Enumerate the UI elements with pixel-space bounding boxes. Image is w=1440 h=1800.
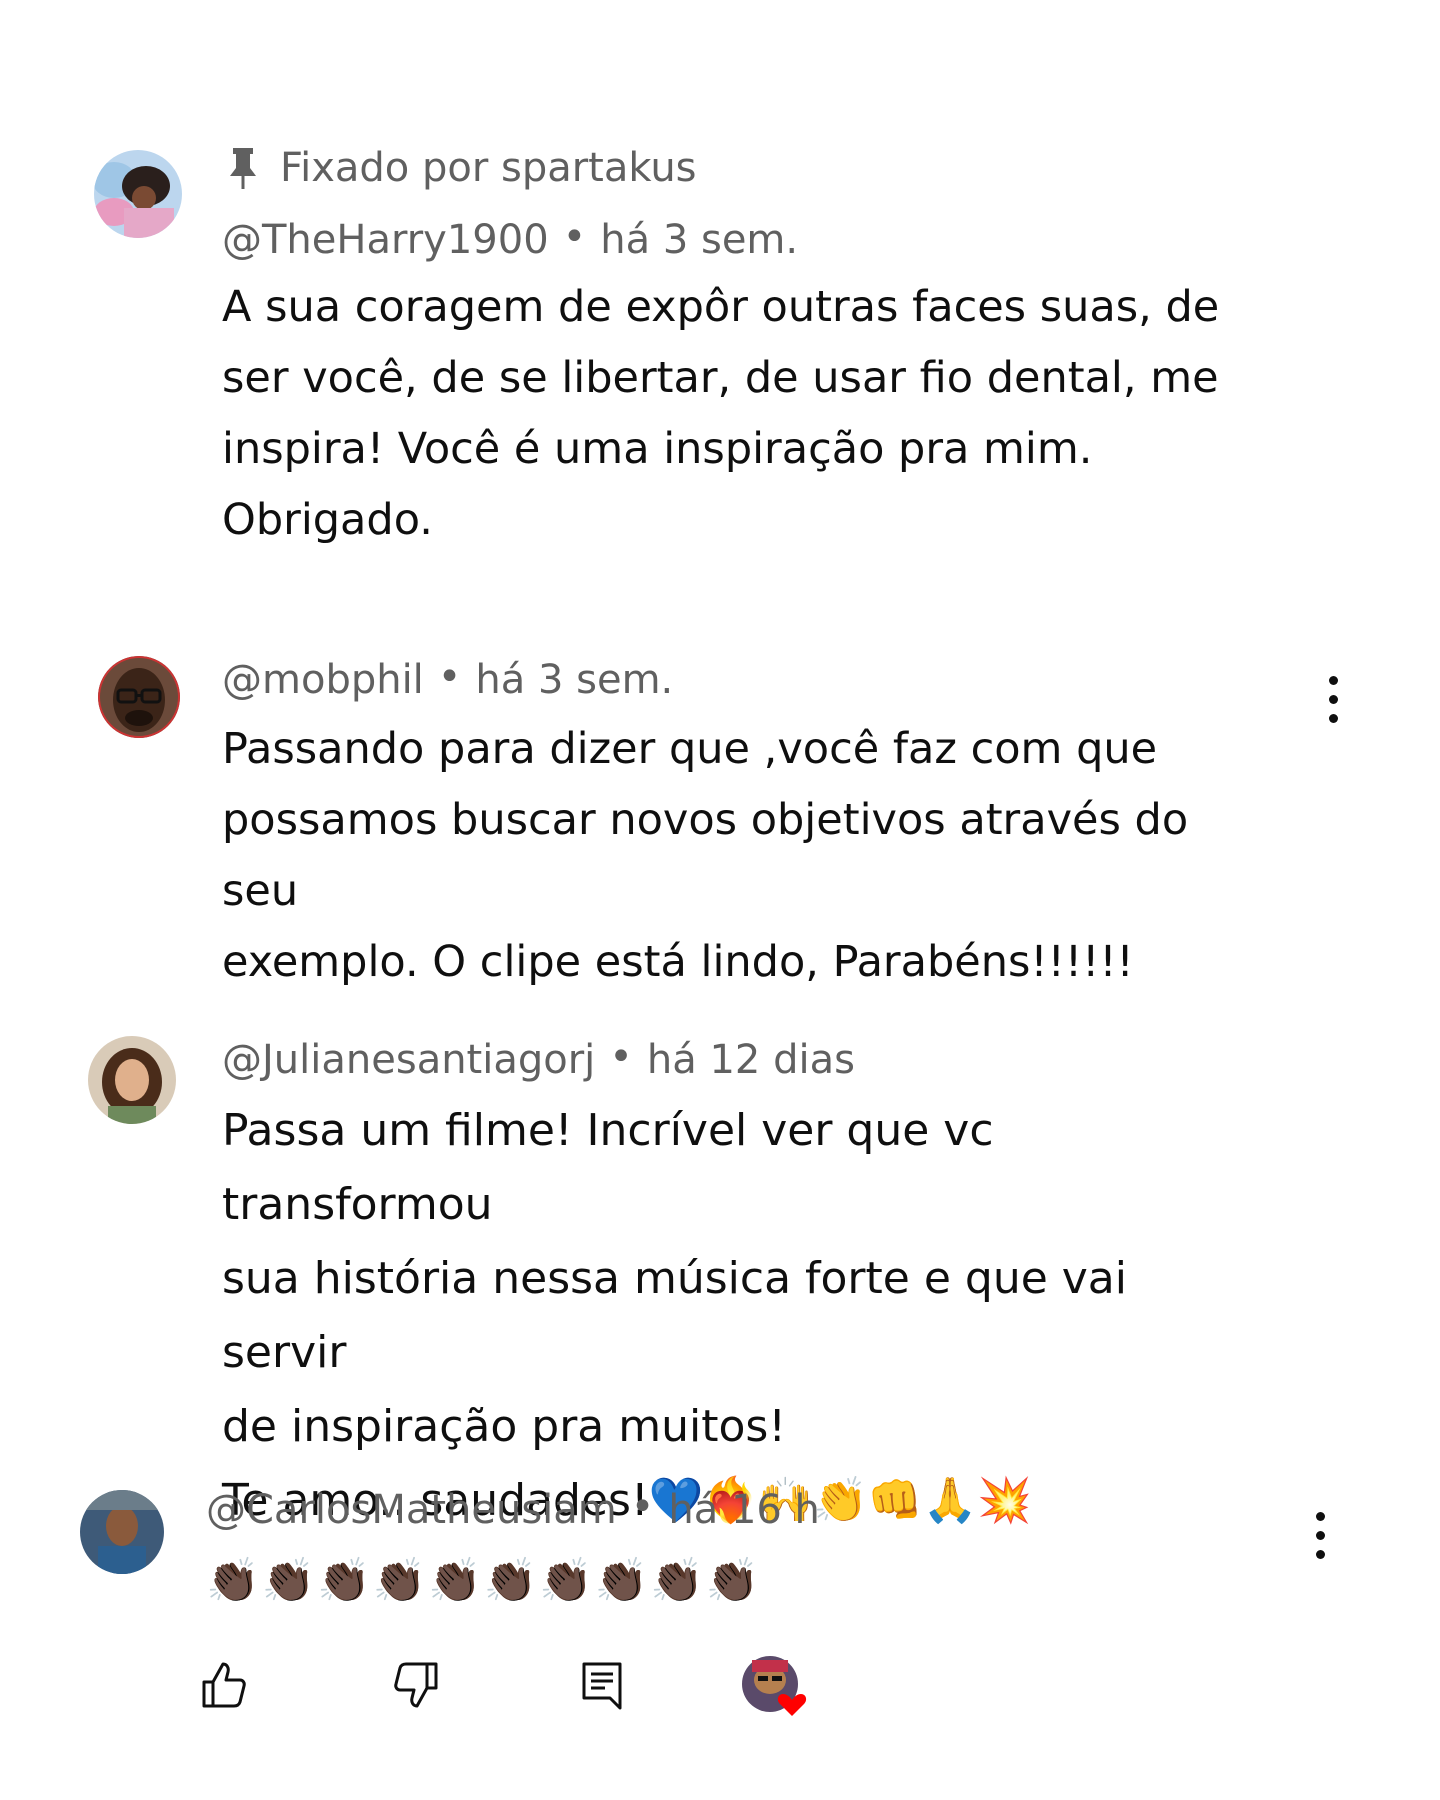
comment-meta: @CarlosMatheusiam • há 16 h: [206, 1480, 1260, 1540]
avatar[interactable]: [98, 656, 180, 738]
comment-author[interactable]: @CarlosMatheusiam: [206, 1487, 617, 1533]
comment-meta: @mobphil • há 3 sem.: [222, 650, 1260, 710]
comment-1: Fixado por spartakus @TheHarry1900 • há 3 …: [40, 140, 1340, 590]
separator-dot: •: [630, 1484, 655, 1530]
separator-dot: •: [609, 1034, 633, 1080]
thumbs-down-icon[interactable]: [392, 1660, 440, 1710]
comment-time[interactable]: há 3 sem.: [600, 217, 798, 263]
comment-time[interactable]: há 3 sem.: [475, 657, 673, 703]
more-vert-icon[interactable]: [1310, 1512, 1330, 1559]
pin-icon: [230, 148, 256, 189]
reply-icon[interactable]: [580, 1660, 624, 1710]
comment-time[interactable]: há 16 h: [668, 1487, 820, 1533]
comment-author[interactable]: @TheHarry1900: [222, 217, 549, 263]
comments-page: Fixado por spartakus @TheHarry1900 • há 3 …: [0, 0, 1440, 1800]
thumbs-up-icon[interactable]: [200, 1660, 248, 1710]
avatar[interactable]: [88, 1036, 176, 1124]
comment-time[interactable]: há 12 dias: [647, 1037, 855, 1083]
comment-text: 👏🏿👏🏿👏🏿👏🏿👏🏿👏🏿👏🏿👏🏿👏🏿👏🏿: [206, 1556, 762, 1606]
avatar[interactable]: [94, 150, 182, 238]
comment-actions: [200, 1656, 900, 1740]
comment-meta: @Julianesantiagorj • há 12 dias: [222, 1030, 1260, 1090]
creator-heart-icon[interactable]: [740, 1654, 812, 1720]
comment-author[interactable]: @mobphil: [222, 657, 424, 703]
comment-text: Passando para dizer que ,você faz com qu…: [222, 724, 1189, 987]
comment-3: @Julianesantiagorj • há 12 dias Passa um f…: [40, 1030, 1340, 1526]
comment-author[interactable]: @Julianesantiagorj: [222, 1037, 595, 1083]
pinned-label: Fixado por spartakus: [280, 145, 697, 191]
comment-text: Passa um filme! Incrível ver que vc tran…: [222, 1105, 1127, 1526]
comment-text: A sua coragem de expôr outras faces suas…: [222, 282, 1220, 545]
more-vert-icon[interactable]: [1323, 676, 1343, 723]
separator-dot: •: [562, 214, 587, 260]
avatar[interactable]: [80, 1490, 164, 1574]
pinned-badge: Fixado por spartakus: [222, 140, 1260, 196]
comment-2: @mobphil • há 3 sem. Passando para dizer q…: [40, 650, 1343, 987]
comment-meta: @TheHarry1900 • há 3 sem.: [222, 210, 1260, 270]
separator-dot: •: [437, 654, 462, 700]
